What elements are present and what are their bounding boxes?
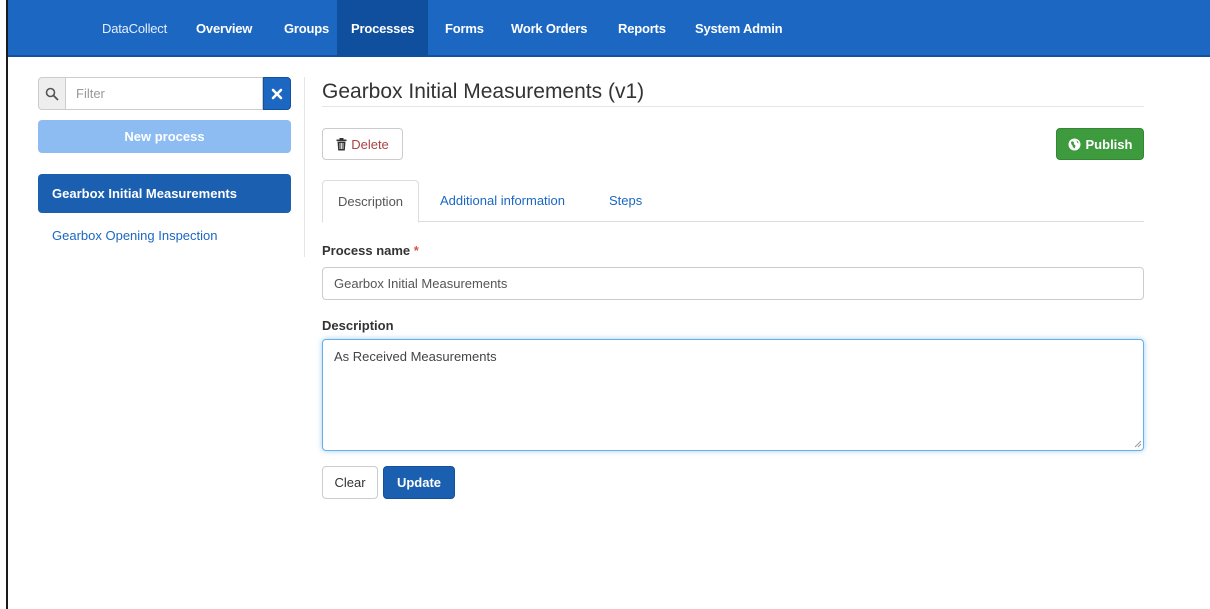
required-marker: * <box>413 243 419 258</box>
clear-filter-button[interactable] <box>263 77 291 110</box>
globe-icon <box>1068 138 1081 150</box>
nav-groups[interactable]: Groups <box>270 0 343 57</box>
close-icon <box>271 88 283 99</box>
top-navbar: DataCollect Overview Groups Processes Fo… <box>8 0 1210 57</box>
publish-button[interactable]: Publish <box>1056 128 1144 160</box>
nav-system-admin[interactable]: System Admin <box>681 0 796 57</box>
search-icon <box>38 77 65 110</box>
tab-steps[interactable]: Steps <box>594 180 657 222</box>
process-list-item-active[interactable]: Gearbox Initial Measurements <box>38 174 291 213</box>
process-name-field[interactable] <box>322 267 1144 300</box>
resize-handle-icon[interactable] <box>1134 440 1142 448</box>
delete-label: Delete <box>351 136 389 152</box>
nav-work-orders[interactable]: Work Orders <box>497 0 601 57</box>
nav-reports[interactable]: Reports <box>604 0 680 57</box>
new-process-button[interactable]: New process <box>38 120 291 153</box>
title-divider <box>322 106 1144 107</box>
delete-button[interactable]: Delete <box>322 128 403 160</box>
tab-bar: Description Additional information Steps <box>322 180 1144 223</box>
nav-overview[interactable]: Overview <box>182 0 266 57</box>
brand-link[interactable]: DataCollect <box>88 0 181 57</box>
update-button[interactable]: Update <box>383 466 455 499</box>
filter-group <box>38 77 291 110</box>
tab-additional-information[interactable]: Additional information <box>425 180 580 222</box>
description-field[interactable]: As Received Measurements <box>322 339 1144 451</box>
nav-forms[interactable]: Forms <box>431 0 498 57</box>
trash-icon <box>336 137 347 150</box>
process-list-item[interactable]: Gearbox Opening Inspection <box>38 216 291 254</box>
filter-input[interactable] <box>65 77 263 110</box>
clear-button[interactable]: Clear <box>322 466 378 499</box>
description-label: Description <box>322 318 394 333</box>
process-name-label-text: Process name <box>322 243 411 258</box>
nav-processes[interactable]: Processes <box>337 0 429 57</box>
tab-description[interactable]: Description <box>322 180 420 223</box>
page-title: Gearbox Initial Measurements (v1) <box>322 80 645 103</box>
process-name-label: Process name * <box>322 243 419 258</box>
sidebar-divider <box>304 77 305 257</box>
publish-label: Publish <box>1085 136 1133 152</box>
